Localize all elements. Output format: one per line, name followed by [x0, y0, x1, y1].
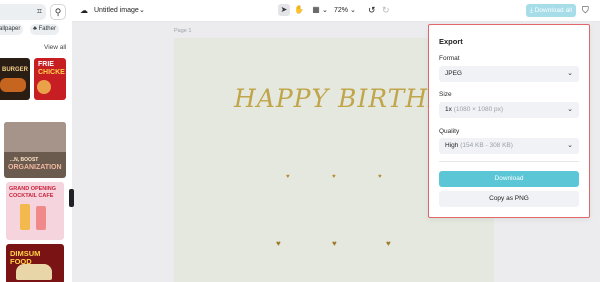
template-subtitle: COCKTAIL CAFE	[9, 193, 54, 199]
heart-icon: ♥	[332, 239, 337, 248]
template-sidebar: ⌗ ⚲ allpaper ♣ Father View all BURGER FR…	[0, 0, 72, 282]
template-thumbnail[interactable]: FRIE CHICKE	[34, 58, 66, 100]
undo-icon[interactable]: ↺	[368, 5, 376, 16]
view-all-link[interactable]: View all	[44, 44, 66, 51]
format-select[interactable]: JPEG ⌄	[439, 66, 579, 82]
redo-icon[interactable]: ↻	[382, 5, 390, 16]
chevron-down-icon: ⌄	[567, 70, 573, 77]
format-label: Format	[439, 55, 460, 62]
heart-icon: ♥	[332, 174, 336, 180]
chevron-down-icon: ⌄	[567, 142, 573, 149]
download-all-button[interactable]: ⤓ Download all	[526, 4, 576, 17]
quality-filesize: (154 KB - 308 KB)	[460, 142, 513, 149]
template-thumbnail[interactable]: GRAND OPENING COCKTAIL CAFE	[6, 182, 64, 240]
zoom-level[interactable]: 72%	[334, 7, 348, 14]
download-all-label: Download all	[534, 7, 572, 14]
category-chip-label: Father	[38, 26, 56, 32]
template-thumbnail[interactable]: BURGER	[0, 58, 30, 100]
size-multiplier: 1x	[445, 106, 452, 113]
page-label: Page 1	[174, 28, 192, 34]
heart-icon: ♥	[386, 239, 391, 248]
quality-level: High	[445, 142, 459, 149]
template-title: FRIE	[38, 61, 54, 68]
copy-as-png-button[interactable]: Copy as PNG	[439, 191, 579, 207]
chevron-down-icon: ⌄	[567, 106, 573, 113]
settings-shield-icon[interactable]: ⛉	[582, 5, 589, 16]
top-toolbar: ☁ Untitled image ⌄ ➤ ✋ ▦ ⌄ 72% ⌄ ↺ ↻ ⤓ D…	[72, 0, 600, 22]
quality-value: High (154 KB - 308 KB)	[445, 142, 513, 149]
title-chevron-down-icon[interactable]: ⌄	[139, 6, 145, 14]
select-tool-icon[interactable]: ➤	[278, 4, 290, 16]
scan-icon[interactable]: ⌗	[37, 6, 42, 17]
heart-icon: ♥	[276, 239, 281, 248]
export-panel: Export Format JPEG ⌄ Size 1x (1080 × 108…	[428, 24, 590, 218]
size-dimensions: (1080 × 1080 px)	[453, 106, 504, 113]
hand-tool-icon[interactable]: ✋	[293, 4, 305, 16]
size-select[interactable]: 1x (1080 × 1080 px) ⌄	[439, 102, 579, 118]
heart-icon: ♥	[378, 174, 382, 180]
export-title: Export	[439, 37, 463, 46]
template-title: BURGER	[2, 67, 29, 73]
cloud-sync-icon[interactable]: ☁	[80, 6, 88, 15]
dimsum-image	[16, 264, 52, 280]
category-chip[interactable]: allpaper	[0, 24, 24, 35]
cocktail-image	[20, 204, 30, 230]
document-title[interactable]: Untitled image	[94, 7, 139, 14]
download-button[interactable]: Download	[439, 171, 579, 187]
quality-select[interactable]: High (154 KB - 308 KB) ⌄	[439, 138, 579, 154]
category-chip[interactable]: ♣ Father	[30, 24, 59, 35]
chicken-image	[37, 80, 51, 94]
burger-image	[0, 78, 26, 92]
template-thumbnail[interactable]: ...N, BOOST ORGANIZATION	[4, 122, 66, 178]
filter-button[interactable]: ⚲	[50, 4, 66, 20]
template-subtitle: CHICKE	[38, 69, 65, 76]
template-search-input[interactable]: ⌗	[0, 4, 46, 20]
frame-tool-icon[interactable]: ▦	[310, 4, 322, 16]
heart-icon: ♥	[286, 174, 290, 180]
format-value: JPEG	[445, 70, 462, 77]
template-thumbnail[interactable]: DIMSUM FOOD	[6, 244, 64, 282]
sidebar-collapse-handle[interactable]	[69, 189, 74, 207]
size-value: 1x (1080 × 1080 px)	[445, 106, 503, 113]
hands-photo	[4, 122, 66, 152]
template-title: ORGANIZATION	[8, 164, 62, 171]
quality-label: Quality	[439, 128, 460, 135]
zoom-chevron-down-icon[interactable]: ⌄	[350, 6, 356, 14]
divider	[439, 161, 579, 162]
size-label: Size	[439, 91, 452, 98]
template-subtitle: ...N, BOOST	[10, 157, 39, 163]
frame-chevron-down-icon[interactable]: ⌄	[322, 6, 328, 14]
cocktail-image	[36, 206, 46, 230]
filter-icon: ⚲	[54, 7, 62, 17]
